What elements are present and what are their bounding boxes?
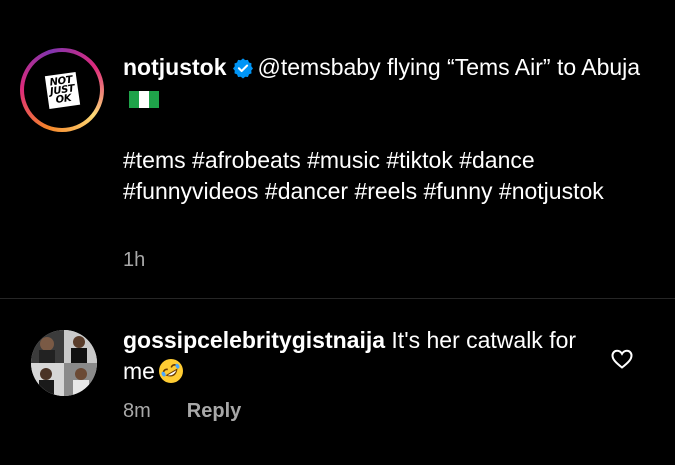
reply-button[interactable]: Reply (187, 400, 241, 422)
verified-badge-icon (232, 58, 253, 79)
heart-outline-icon[interactable] (610, 347, 634, 371)
caption-text: notjustok @temsbaby flying “Tems Air” to … (123, 52, 643, 114)
post-username[interactable]: notjustok (123, 54, 227, 80)
rolling-on-floor-laughing-emoji (158, 359, 183, 383)
post-avatar[interactable]: NOT JUST OK (20, 48, 104, 132)
avatar-inner: NOT JUST OK (24, 52, 100, 128)
caption-mention[interactable]: @temsbaby (258, 54, 381, 80)
nigeria-flag-icon (129, 91, 159, 108)
post-timestamp: 1h (123, 249, 146, 271)
caption-hashtags[interactable]: #tems #afrobeats #music #tiktok #dance #… (123, 145, 643, 207)
comment-timestamp: 8m (123, 400, 151, 422)
comment-username[interactable]: gossipcelebritygistnaija (123, 327, 385, 353)
logo-text: NOT JUST OK (44, 71, 80, 109)
caption-body: flying “Tems Air” to Abuja (380, 54, 641, 80)
comment-meta: 8m Reply (123, 400, 241, 423)
collage-image (31, 330, 97, 396)
comment-text: gossipcelebritygistnaija It's her catwal… (123, 325, 593, 387)
notjustok-logo: NOT JUST OK (30, 58, 94, 122)
post-caption: NOT JUST OK notjustok @temsbaby flying “T… (0, 0, 675, 298)
comment-row: gossipcelebritygistnaija It's her catwal… (0, 299, 675, 465)
commenter-avatar[interactable] (31, 330, 97, 396)
